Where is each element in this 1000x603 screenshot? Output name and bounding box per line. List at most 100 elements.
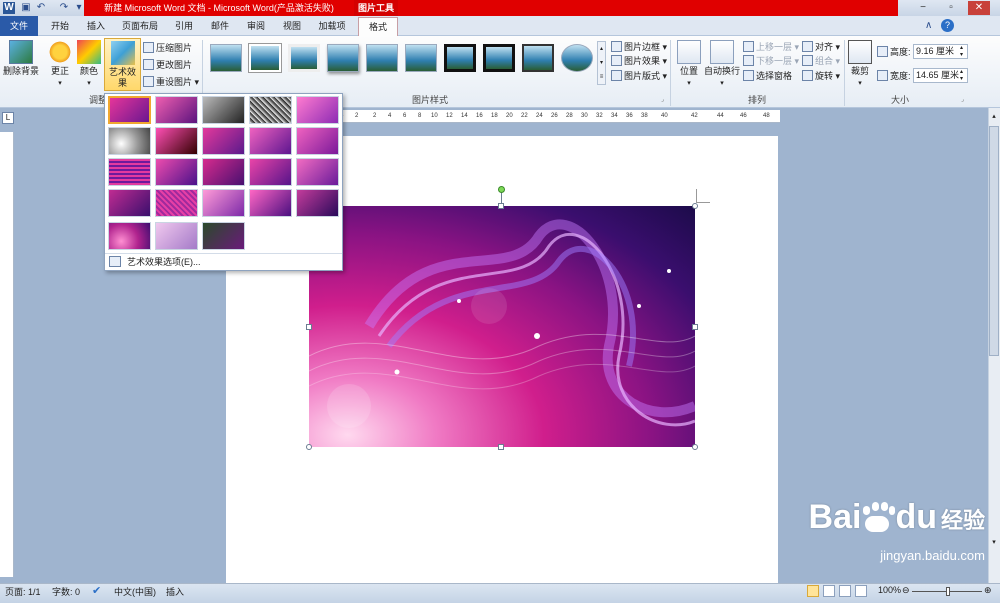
tab-home[interactable]: 开始 [44, 16, 76, 36]
tab-file[interactable]: 文件 [0, 16, 38, 36]
artistic-effect-light-screen[interactable] [108, 158, 151, 186]
artistic-effect-line-drawing[interactable] [296, 96, 339, 124]
tab-addins[interactable]: 加载项 [312, 16, 352, 36]
align-button[interactable]: 对齐 ▾ [802, 40, 840, 54]
picture-style-thumb[interactable] [210, 44, 242, 72]
wrap-text-button[interactable]: 自动换行 ▾ [704, 38, 740, 90]
picture-style-thumb[interactable] [249, 44, 281, 72]
redo-icon[interactable]: ↷ [58, 2, 70, 14]
artistic-effect-mosaic-bubbles[interactable] [296, 158, 339, 186]
picture-effects-button[interactable]: 图片效果 ▾ [611, 54, 667, 68]
send-backward-button[interactable]: 下移一层 ▾ [743, 54, 799, 68]
resize-handle[interactable] [306, 324, 312, 330]
artistic-effect-cutout[interactable] [202, 158, 245, 186]
vertical-ruler[interactable] [0, 132, 14, 577]
tab-selector-icon[interactable]: L [2, 112, 14, 124]
help-icon[interactable]: ? [941, 19, 954, 32]
change-picture-button[interactable]: 更改图片 [143, 58, 192, 72]
tab-page-layout[interactable]: 页面布局 [116, 16, 164, 36]
artistic-effect-chalk-sketch[interactable] [108, 127, 151, 155]
picture-style-thumb[interactable] [366, 44, 398, 72]
tab-insert[interactable]: 插入 [80, 16, 112, 36]
zoom-out-button[interactable]: ⊖ [902, 585, 910, 596]
close-button[interactable]: ✕ [968, 1, 990, 15]
artistic-effect-paint-brush[interactable] [202, 127, 245, 155]
color-button[interactable]: 颜色 ▾ [76, 38, 102, 90]
resize-handle[interactable] [498, 203, 504, 209]
resize-handle[interactable] [692, 444, 698, 450]
artistic-effect-texturizer[interactable] [202, 189, 245, 217]
resize-handle[interactable] [692, 203, 698, 209]
position-button[interactable]: 位置 ▾ [676, 38, 702, 90]
outline-view-icon[interactable] [855, 585, 867, 597]
artistic-effect-pencil-grayscale[interactable] [202, 96, 245, 124]
picture-border-button[interactable]: 图片边框 ▾ [611, 40, 667, 54]
artistic-effect-pastels-smooth[interactable] [296, 189, 339, 217]
artistic-effect-glow-edges[interactable] [202, 222, 245, 250]
print-layout-view-icon[interactable] [807, 585, 819, 597]
selected-picture[interactable] [309, 206, 695, 447]
undo-icon[interactable]: ↶ [35, 2, 47, 14]
artistic-effect-pencil-sketch[interactable] [249, 96, 292, 124]
picture-layout-button[interactable]: 图片版式 ▾ [611, 69, 667, 83]
rotation-handle[interactable] [498, 186, 505, 193]
artistic-effect-plastic-wrap[interactable] [108, 222, 151, 250]
compress-pictures-button[interactable]: 压缩图片 [143, 41, 192, 55]
artistic-effect-cement[interactable] [155, 189, 198, 217]
width-spinner[interactable]: ▴ ▾ [960, 69, 963, 83]
remove-background-button[interactable]: 删除背景 [2, 38, 40, 90]
zoom-in-button[interactable]: ⊕ [984, 585, 992, 596]
maximize-button[interactable]: ▫ [940, 1, 962, 15]
picture-style-thumb[interactable] [444, 44, 476, 72]
scroll-thumb[interactable] [989, 126, 999, 356]
picture-style-thumb[interactable] [483, 44, 515, 72]
save-icon[interactable]: ▣ [20, 2, 32, 14]
bring-forward-button[interactable]: 上移一层 ▾ [743, 40, 799, 54]
word-count[interactable]: 字数: 0 [52, 585, 80, 598]
artistic-effect-watercolor[interactable] [155, 158, 198, 186]
tab-references[interactable]: 引用 [168, 16, 200, 36]
word-app-icon[interactable]: W [3, 2, 15, 14]
zoom-slider-thumb[interactable] [946, 587, 950, 596]
scroll-up-arrow[interactable]: ▴ [989, 112, 999, 122]
proofing-icon[interactable]: ✔ [92, 584, 101, 597]
artistic-effect-photocopy[interactable] [155, 222, 198, 250]
minimize-button[interactable]: − [912, 1, 934, 15]
reset-picture-button[interactable]: 重设图片 ▾ [143, 75, 199, 89]
group-button[interactable]: 组合 ▾ [802, 54, 840, 68]
styles-gallery-scroll[interactable]: ▴ ▾ ≡ [597, 41, 606, 85]
page-count[interactable]: 页面: 1/1 [5, 585, 41, 598]
tab-review[interactable]: 审阅 [240, 16, 272, 36]
zoom-level[interactable]: 100% [878, 585, 901, 595]
corrections-button[interactable]: 更正 ▾ [46, 38, 74, 90]
insert-mode[interactable]: 插入 [166, 585, 184, 598]
artistic-effect-glass[interactable] [108, 189, 151, 217]
artistic-effect-film-grain[interactable] [249, 158, 292, 186]
picture-style-thumb[interactable] [327, 44, 359, 72]
picture-style-thumb[interactable] [561, 44, 593, 72]
artistic-effect-blur[interactable] [296, 127, 339, 155]
picture-style-thumb[interactable] [288, 44, 320, 72]
language-indicator[interactable]: 中文(中国) [114, 585, 156, 598]
tab-format[interactable]: 格式 [358, 17, 398, 37]
crop-button[interactable]: 裁剪 ▾ [848, 38, 872, 90]
scroll-down-arrow[interactable]: ▾ [989, 538, 999, 548]
rotate-button[interactable]: 旋转 ▾ [802, 69, 840, 83]
artistic-effect-marker[interactable] [155, 96, 198, 124]
artistic-effect-none[interactable] [108, 96, 151, 124]
resize-handle[interactable] [692, 324, 698, 330]
artistic-effect-glow-diffused[interactable] [249, 127, 292, 155]
selection-pane-button[interactable]: 选择窗格 [743, 69, 792, 83]
web-layout-icon[interactable] [839, 585, 851, 597]
height-spinner[interactable]: ▴ ▾ [960, 45, 963, 59]
tab-mailings[interactable]: 邮件 [204, 16, 236, 36]
full-screen-reading-icon[interactable] [823, 585, 835, 597]
picture-style-thumb[interactable] [405, 44, 437, 72]
artistic-effect-crisscross-etching[interactable] [249, 189, 292, 217]
artistic-effect-paint-strokes[interactable] [155, 127, 198, 155]
dialog-launcher-icon[interactable]: ⌟ [961, 96, 964, 103]
dialog-launcher-icon[interactable]: ⌟ [661, 96, 664, 103]
picture-style-thumb[interactable] [522, 44, 554, 72]
resize-handle[interactable] [498, 444, 504, 450]
artistic-effects-button[interactable]: 艺术效果▾ [104, 38, 141, 99]
